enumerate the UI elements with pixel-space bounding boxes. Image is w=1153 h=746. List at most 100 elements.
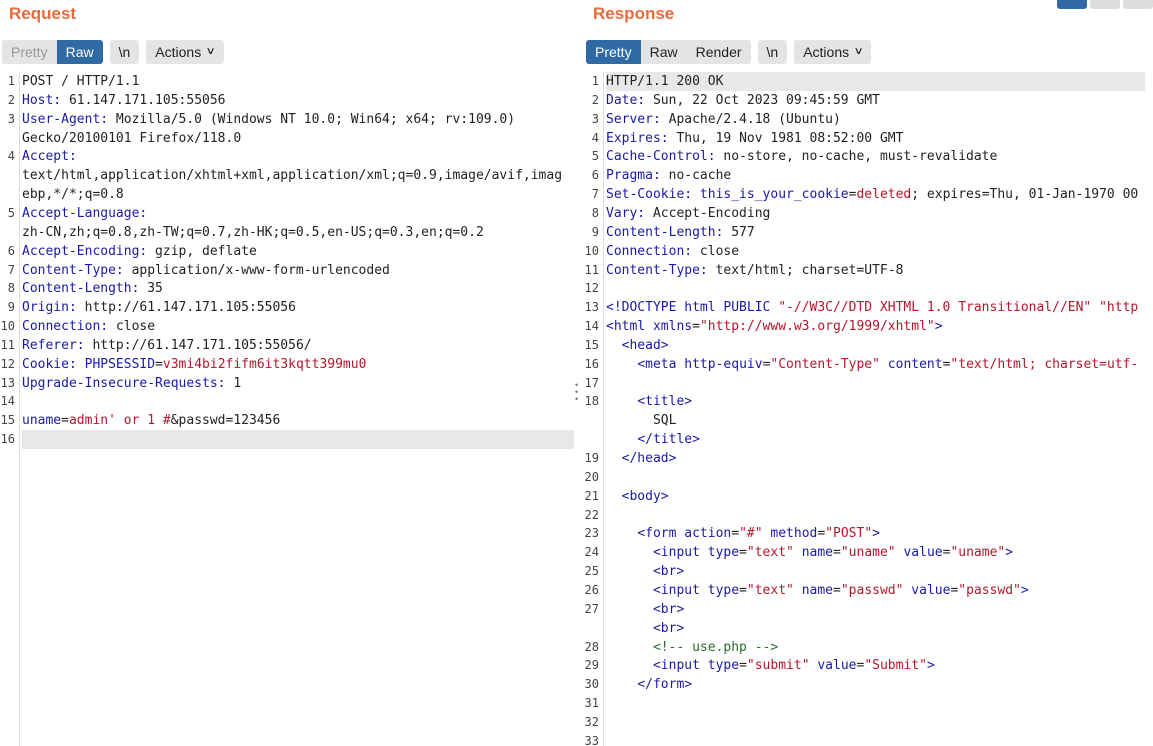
code-line: Accept-Encoding: gzip, deflate (22, 243, 257, 259)
actions-dropdown[interactable]: Actions ∨ (146, 40, 224, 64)
line-number: 1 (7, 74, 15, 88)
code-line: HTTP/1.1 200 OK (606, 72, 1153, 91)
line-number: 13 (0, 375, 15, 390)
code-line: Origin: http://61.147.171.105:55056 (22, 300, 296, 316)
code-line: ebp,*/*;q=0.8 (22, 187, 124, 203)
line-number: 14 (0, 394, 15, 409)
actions-label: Actions (803, 44, 850, 60)
request-editor[interactable]: 1 2 3 4 5 6 7 8 9 10 11 12 13 14 15 16 POST / HTTP/1.1 H… (0, 71, 574, 746)
line-number: 32 (584, 714, 599, 729)
layout-horizontal-icon[interactable] (1090, 0, 1120, 9)
line-number: 10 (0, 319, 15, 334)
line-number: 29 (584, 658, 599, 673)
line-number: 12 (584, 281, 599, 296)
line-number: 12 (0, 356, 15, 371)
actions-label: Actions (155, 44, 202, 60)
line-number: 23 (584, 526, 599, 541)
code-line: uname=admin' or 1 #&passwd=123456 (22, 413, 281, 429)
code-line: Server: Apache/2.4.18 (Ubuntu) (606, 111, 841, 127)
code-line: <!-- use.php --> (652, 639, 779, 655)
code-line: zh-CN,zh;q=0.8,zh-TW;q=0.7,zh-HK;q=0.5,e… (22, 224, 484, 240)
line-number: 33 (584, 733, 599, 746)
line-number: 8 (7, 281, 15, 296)
vertical-scrollbar[interactable] (1145, 71, 1153, 689)
code-line: Gecko/20100101 Firefox/118.0 (22, 130, 242, 146)
tab-raw[interactable]: Raw (641, 40, 687, 64)
request-toolbar: Pretty Raw \n Actions ∨ (2, 40, 231, 64)
line-number: 8 (591, 205, 599, 220)
line-number: 26 (584, 582, 599, 597)
newline-toggle-button[interactable]: \n (109, 40, 140, 64)
code-line: Date: Sun, 22 Oct 2023 09:45:59 GMT (606, 92, 880, 108)
line-number: 10 (584, 243, 599, 258)
code-line: User-Agent: Mozilla/5.0 (Windows NT 10.0… (22, 111, 516, 127)
request-title: Request (9, 4, 77, 23)
panel-divider[interactable] (574, 0, 584, 746)
code-line: <br> (652, 601, 685, 617)
resize-handle-icon[interactable]: • • • (575, 381, 579, 404)
code-line: Host: 61.147.171.105:55056 (22, 92, 226, 108)
line-number: 16 (0, 432, 15, 447)
code-line: text/html,application/xhtml+xml,applicat… (22, 168, 563, 184)
code-line: <body> (621, 488, 669, 504)
line-number: 3 (7, 111, 15, 126)
code-line: Set-Cookie: this_is_your_cookie=deleted;… (606, 187, 1139, 203)
line-number: 17 (584, 375, 599, 390)
line-number: 27 (584, 601, 599, 616)
line-number: 11 (584, 262, 599, 277)
tab-raw[interactable]: Raw (56, 40, 103, 64)
layout-split-icon[interactable] (1057, 0, 1087, 9)
code-line: SQL (606, 413, 677, 429)
line-number: 13 (584, 300, 599, 315)
line-number: 1 (591, 74, 599, 88)
code-line: Accept-Language: (22, 205, 148, 221)
code-line: <input type="text" name="passwd" value="… (652, 582, 1029, 598)
line-number: 25 (584, 564, 599, 579)
response-panel: Response Pretty Raw Render \n Actions ∨ … (584, 0, 1153, 746)
code-line: Content-Length: 35 (22, 281, 163, 297)
line-number: 14 (584, 319, 599, 334)
code-line: <!DOCTYPE html PUBLIC "-//W3C//DTD XHTML… (606, 300, 1139, 316)
line-number: 2 (7, 92, 15, 107)
response-title: Response (593, 4, 675, 23)
line-number: 6 (591, 168, 599, 183)
response-code[interactable]: HTTP/1.1 200 OK Date: Sun, 22 Oct 2023 09… (606, 71, 1153, 746)
line-number: 24 (584, 545, 599, 560)
code-line: Content-Type: application/x-www-form-url… (22, 262, 390, 278)
response-editor[interactable]: 1 2 3 4 5 6 7 8 9 10 11 12 13 14 15 16 17 18 19 20 21 22 23 24 2… (584, 71, 1153, 746)
request-code[interactable]: POST / HTTP/1.1 Host: 61.147.171.105:5505… (22, 71, 574, 746)
line-number: 31 (584, 696, 599, 711)
code-line: Upgrade-Insecure-Requests: 1 (22, 375, 242, 391)
tab-render[interactable]: Render (687, 40, 751, 64)
code-line: <input type="submit" value="Submit"> (652, 658, 935, 674)
code-line: </form> (637, 677, 693, 693)
actions-dropdown[interactable]: Actions ∨ (794, 40, 872, 64)
chevron-down-icon: ∨ (853, 46, 864, 57)
code-line: </head> (621, 451, 677, 466)
code-line: Expires: Thu, 19 Nov 1981 08:52:00 GMT (606, 130, 904, 146)
line-number: 6 (7, 243, 15, 258)
line-number: 4 (591, 130, 599, 145)
code-line: Referer: http://61.147.171.105:55056/ (22, 337, 312, 353)
code-line: Connection: close (22, 319, 156, 335)
code-line: <br> (652, 620, 685, 636)
line-number: 7 (591, 187, 599, 202)
request-view-tabs: Pretty Raw (2, 40, 103, 64)
newline-toggle-button[interactable]: \n (757, 40, 788, 64)
code-line: Cookie: PHPSESSID=v3mi4bi2fifm6it3kqtt39… (22, 356, 367, 372)
response-view-tabs: Pretty Raw Render (586, 40, 751, 64)
code-line: </title> (637, 432, 700, 448)
code-line: Vary: Accept-Encoding (606, 205, 771, 221)
code-line: Pragma: no-cache (606, 168, 732, 184)
line-number-gutter: 1 2 3 4 5 6 7 8 9 10 11 12 13 14 15 16 17 18 19 20 21 22 23 24 2… (584, 71, 604, 746)
layout-tabs-icon[interactable] (1123, 0, 1153, 9)
line-number: 11 (0, 337, 15, 352)
line-number: 15 (584, 337, 599, 352)
line-number: 9 (591, 224, 599, 239)
tab-pretty[interactable]: Pretty (2, 40, 57, 64)
tab-pretty[interactable]: Pretty (586, 40, 641, 64)
